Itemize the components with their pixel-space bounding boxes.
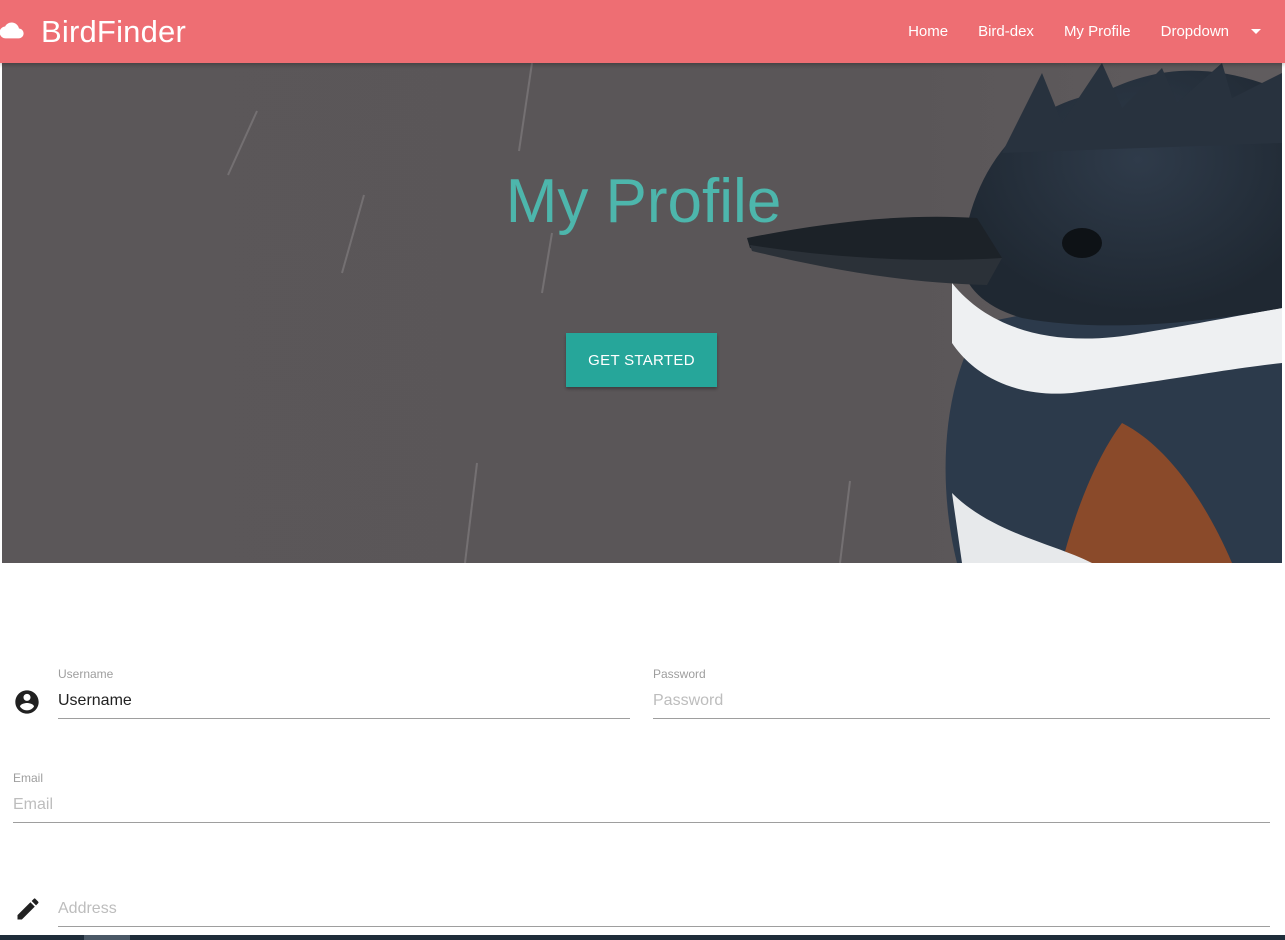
email-field: Email [13,771,1270,827]
nav-link-home[interactable]: Home [908,23,948,40]
nav-links: Home Bird-dex My Profile Dropdown [908,0,1261,63]
username-input[interactable] [58,683,630,719]
bottom-taskbar-strip [0,935,1285,940]
caret-down-icon [1251,29,1261,34]
hero-title: My Profile [505,167,782,236]
email-label: Email [13,771,44,785]
password-label: Password [653,667,706,681]
brand-name: BirdFinder [41,13,186,49]
taskbar-tab [84,935,130,940]
top-navbar: BirdFinder Home Bird-dex My Profile Drop… [0,0,1285,63]
username-field: Username [58,667,630,723]
address-field [58,875,1270,931]
pencil-icon [17,898,39,920]
account-circle-icon [15,690,39,714]
address-input[interactable] [58,891,1270,927]
brand-logo[interactable]: BirdFinder [0,0,186,63]
username-label: Username [58,667,114,681]
kingfisher-bird-image [2,63,1282,563]
nav-link-bird-dex[interactable]: Bird-dex [978,23,1034,40]
nav-dropdown[interactable]: Dropdown [1161,23,1261,40]
dropdown-label: Dropdown [1160,23,1229,40]
email-input[interactable] [13,787,1270,823]
cloud-icon [0,22,24,38]
get-started-button[interactable]: GET STARTED [566,333,717,387]
password-field: Password [653,667,1270,723]
hero-banner: My Profile GET STARTED [2,63,1282,563]
nav-link-my-profile[interactable]: My Profile [1064,23,1131,40]
password-input[interactable] [653,683,1270,719]
